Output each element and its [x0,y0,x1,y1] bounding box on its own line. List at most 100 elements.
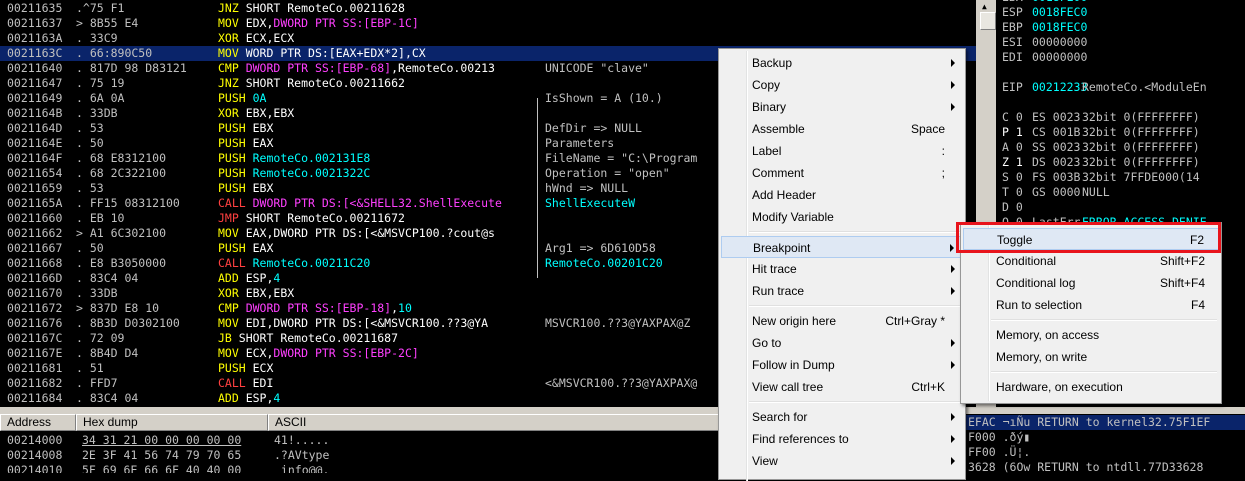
disasm-address: 0021166D [7,271,63,285]
menu-item-add-header[interactable]: Add Header [721,184,963,206]
menu-item-label: Label [752,144,782,158]
instruction-token: MOV [218,226,239,240]
menu-item-run-trace[interactable]: Run trace [721,280,963,302]
disasm-hex: > 8B55 E4 [76,16,139,30]
stack-row[interactable]: FF00 .Ü¦. [966,445,1030,460]
disasm-hex: . 51 [76,361,104,375]
disasm-address: 0021163A [7,31,63,45]
disasm-address: 0021165A [7,196,63,210]
dump-hex: 34 31 21 00 00 00 00 00 [82,433,242,447]
scrollbar-thumb[interactable] [980,12,996,30]
register-value: GS 0000 [1032,185,1081,199]
disasm-instruction: ADD ESP,4 [218,271,280,286]
menu-item-view-call-tree[interactable]: View call tree Ctrl+K [721,376,963,398]
instruction-token: EBX [245,181,274,195]
horizontal-splitter[interactable] [0,407,1245,414]
menu-item-label: New origin here [752,314,837,328]
scroll-up-arrow-icon[interactable]: ▲ [982,2,987,11]
menu-item-find-references-to[interactable]: Find references to [721,428,963,450]
disasm-hex: . 72 09 [76,331,125,345]
register-detail: 32bit 0(FFFFFFFF) [1082,155,1200,169]
disasm-row[interactable]: 00211637 > 8B55 E4 MOV EDX,DWORD PTR SS:[E… [0,16,978,31]
breakpoint-item-conditional-log[interactable]: Conditional log Shift+F4 [963,272,1219,294]
menu-item-backup[interactable]: Backup [721,52,963,74]
disasm-row[interactable]: 0021163A . 33C9 XOR ECX,ECX [0,31,978,46]
instruction-token: 0A [245,91,267,105]
disasm-comment: Parameters [545,136,615,150]
disasm-hex: . 75 19 [76,76,125,90]
disasm-comment: UNICODE "clave" [545,61,649,75]
instruction-token: ECX, [238,346,274,360]
instruction-token: CALL [218,256,246,270]
menu-separator [991,371,1217,373]
breakpoint-item-memory-on-access[interactable]: Memory, on access [963,324,1219,346]
menu-item-go-to[interactable]: Go to [721,332,963,354]
breakpoint-item-conditional[interactable]: Conditional Shift+F2 [963,250,1219,272]
menu-item-hit-trace[interactable]: Hit trace [721,258,963,280]
disasm-comment: DefDir => NULL [545,121,642,135]
disasm-instruction: PUSH EAX [218,241,273,256]
menu-item-comment[interactable]: Comment; [721,162,963,184]
register-name: ESI [1002,35,1023,49]
menu-item-search-for[interactable]: Search for [721,406,963,428]
disasm-row[interactable]: 00211635 .^75 F1 JNZ SHORT RemoteCo.002116… [0,1,978,16]
instruction-token: DWORD PTR DS:[<&SHELL32.ShellExecute [245,196,502,210]
disasm-address: 00211684 [7,391,63,405]
disasm-instruction: MOV ECX,DWORD PTR SS:[EBP-2C] [218,346,419,361]
menu-item-label[interactable]: Label: [721,140,963,162]
disasm-instruction: MOV EDI,DWORD PTR DS:[<&MSVCR100.??3@YA [218,316,488,331]
dump-header-address[interactable]: Address [0,414,76,431]
menu-item-shortcut: : [941,144,945,158]
menu-item-label: Binary [752,100,787,114]
instruction-token: 10 [398,301,412,315]
disasm-instruction: CMP DWORD PTR SS:[EBP-68],RemoteCo.00213 [218,61,495,76]
breakpoint-item-memory-on-write[interactable]: Memory, on write [963,346,1219,368]
disasm-address: 0021167E [7,346,63,360]
instruction-token: RemoteCo.0021322C [245,166,371,180]
disasm-instruction: XOR ECX,ECX [218,31,294,46]
register-value: SS 0023 [1032,140,1081,154]
disasm-address: 00211667 [7,241,63,255]
menu-item-shortcut: Shift+F2 [1159,254,1205,268]
register-detail: RemoteCo.<ModuleEn [1082,80,1207,94]
menu-item-breakpoint[interactable]: Breakpoint [721,236,963,258]
menu-item-label: Breakpoint [753,241,811,255]
menu-item-assemble[interactable]: Assemble Space [721,118,963,140]
disasm-comment: RemoteCo.00201C20 [545,256,663,270]
stack-row[interactable]: 3628 (6Ow RETURN to ntdll.77D33628 [966,460,1203,473]
breakpoint-item-hardware-on-execution[interactable]: Hardware, on execution [963,376,1219,398]
register-detail: NULL [1082,185,1110,199]
disasm-hex: . EB 10 [76,211,125,225]
menu-item-follow-in-dump[interactable]: Follow in Dump [721,354,963,376]
register-value: ES 0023 [1032,110,1081,124]
disasm-address: 00211668 [7,256,63,270]
menu-item-label: Hit trace [752,262,797,276]
submenu-arrow-icon [951,81,955,89]
dump-header-hex[interactable]: Hex dump [76,414,268,431]
instruction-token: ADD [218,271,239,285]
submenu-arrow-icon [951,413,955,421]
disasm-hex: . 50 [76,136,104,150]
disasm-hex: . 33DB [76,106,118,120]
menu-item-modify-variable[interactable]: Modify Variable [721,206,963,228]
instruction-token: PUSH [218,361,246,375]
instruction-token: MOV [218,16,239,30]
menu-item-new-origin-here[interactable]: New origin here Ctrl+Gray * [721,310,963,332]
instruction-token: PUSH [218,181,246,195]
menu-item-label: Hardware, on execution [996,380,1123,394]
menu-item-view[interactable]: View [721,450,963,472]
instruction-token: EBX [245,121,274,135]
disasm-hex: . 68 2C322100 [76,166,167,180]
breakpoint-item-run-to-selection[interactable]: Run to selection F4 [963,294,1219,316]
stack-pane[interactable]: EFAC ¬ıÑu RETURN to kernel32.75F1EF F000 … [966,414,1245,473]
menu-item-copy[interactable]: Copy [721,74,963,96]
instruction-token: EDI,DWORD PTR DS:[<&MSVCR100.??3@YA [238,316,489,330]
disasm-instruction: CALL EDI [218,376,273,391]
stack-row[interactable]: EFAC ¬ıÑu RETURN to kernel32.75F1EF [966,415,1245,430]
stack-row[interactable]: F000 .ðý▮ [966,430,1030,445]
instruction-token: XOR [218,106,239,120]
disasm-hex: . 50 [76,241,104,255]
menu-item-binary[interactable]: Binary [721,96,963,118]
instruction-token: EAX [245,136,274,150]
menu-item-label: Memory, on access [996,328,1100,342]
